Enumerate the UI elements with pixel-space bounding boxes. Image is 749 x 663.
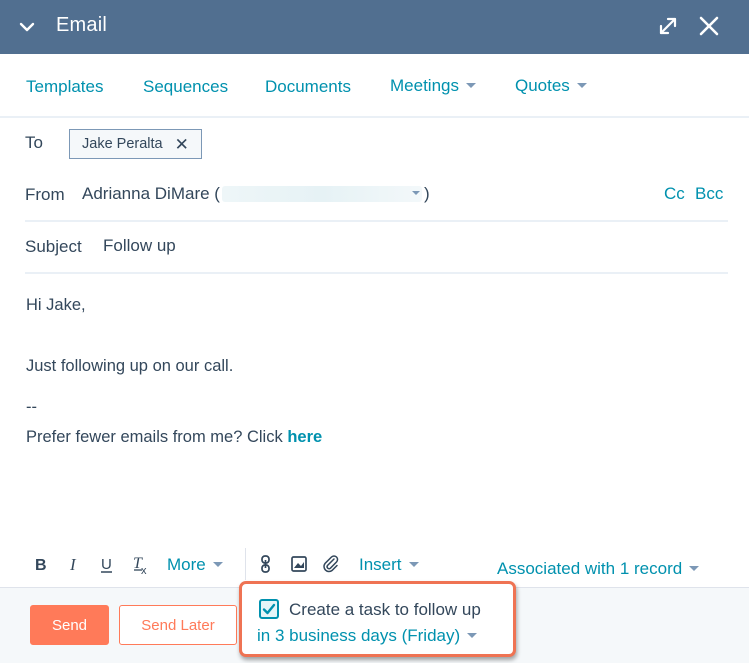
checkmark-icon <box>262 603 276 615</box>
caret-down-icon <box>467 633 478 639</box>
close-icon[interactable]: ✕ <box>175 136 189 153</box>
unsubscribe-text: Prefer fewer emails from me? Click <box>26 428 288 446</box>
link-icon[interactable] <box>260 555 272 573</box>
associated-records-dropdown[interactable]: Associated with 1 record <box>497 559 700 579</box>
create-task-label[interactable]: Create a task to follow up <box>289 600 481 620</box>
caret-down-icon <box>689 566 700 572</box>
compose-tools-nav: Templates Sequences Documents Meetings Q… <box>0 54 749 118</box>
tab-sequences[interactable]: Sequences <box>143 77 228 97</box>
tab-meetings[interactable]: Meetings <box>390 76 476 96</box>
svg-text:B: B <box>35 557 47 572</box>
unsubscribe-line: Prefer fewer emails from me? Click here <box>26 428 322 447</box>
send-later-button[interactable]: Send Later <box>119 605 237 645</box>
paperclip-icon[interactable] <box>322 555 340 573</box>
panel-title: Email <box>56 14 108 36</box>
cc-link[interactable]: Cc <box>664 184 685 204</box>
insert-label: Insert <box>359 555 402 574</box>
italic-icon[interactable]: I <box>68 556 82 572</box>
send-button[interactable]: Send <box>30 605 109 645</box>
insert-dropdown[interactable]: Insert <box>359 555 419 575</box>
recipient-chip[interactable]: Jake Peralta ✕ <box>69 129 202 159</box>
tab-templates[interactable]: Templates <box>26 77 103 97</box>
svg-text:U: U <box>101 556 112 573</box>
bold-icon[interactable]: B <box>34 556 48 572</box>
create-task-checkbox[interactable] <box>259 599 279 619</box>
body-greeting: Hi Jake, <box>26 296 86 314</box>
from-label: From <box>25 185 65 204</box>
divider <box>25 220 728 222</box>
associated-label: Associated with 1 record <box>497 559 683 578</box>
from-name: Adrianna DiMare ( <box>82 184 220 203</box>
redacted-email-address <box>221 186 422 202</box>
tab-label: Quotes <box>515 76 570 95</box>
toolbar-divider <box>245 548 246 580</box>
more-dropdown[interactable]: More <box>167 555 223 575</box>
divider <box>25 272 728 274</box>
clear-formatting-icon[interactable]: T x <box>133 555 151 575</box>
svg-text:I: I <box>69 556 77 572</box>
expand-icon[interactable] <box>656 14 680 38</box>
tab-label: Templates <box>26 77 104 96</box>
recipient-name: Jake Peralta <box>82 136 163 152</box>
task-due-label: in 3 business days (Friday) <box>257 626 461 645</box>
from-suffix: ) <box>423 184 430 203</box>
caret-down-icon <box>408 562 419 568</box>
underline-icon[interactable]: U <box>100 556 114 574</box>
tab-label: Sequences <box>143 77 229 96</box>
chevron-down-icon[interactable] <box>16 16 38 38</box>
subject-label: Subject <box>25 237 82 256</box>
more-label: More <box>167 555 206 574</box>
unsubscribe-link[interactable]: here <box>287 428 322 446</box>
tab-label: Documents <box>265 77 351 96</box>
caret-down-icon <box>411 191 420 195</box>
caret-down-icon <box>576 83 587 89</box>
subject-input[interactable] <box>103 236 703 256</box>
to-label: To <box>25 133 43 152</box>
caret-down-icon <box>465 83 476 89</box>
image-icon[interactable] <box>291 556 307 572</box>
close-icon[interactable] <box>697 14 721 38</box>
email-panel-header: Email <box>0 0 749 54</box>
task-due-dropdown[interactable]: in 3 business days (Friday) <box>257 626 478 646</box>
tab-quotes[interactable]: Quotes <box>515 76 587 96</box>
tab-label: Meetings <box>390 76 459 95</box>
bcc-link[interactable]: Bcc <box>695 184 723 204</box>
signature-separator: -- <box>26 398 37 416</box>
tab-documents[interactable]: Documents <box>265 77 351 97</box>
body-line: Just following up on our call. <box>26 357 234 375</box>
from-select[interactable]: Adrianna DiMare ( ) <box>82 184 430 204</box>
caret-down-icon <box>212 562 223 568</box>
